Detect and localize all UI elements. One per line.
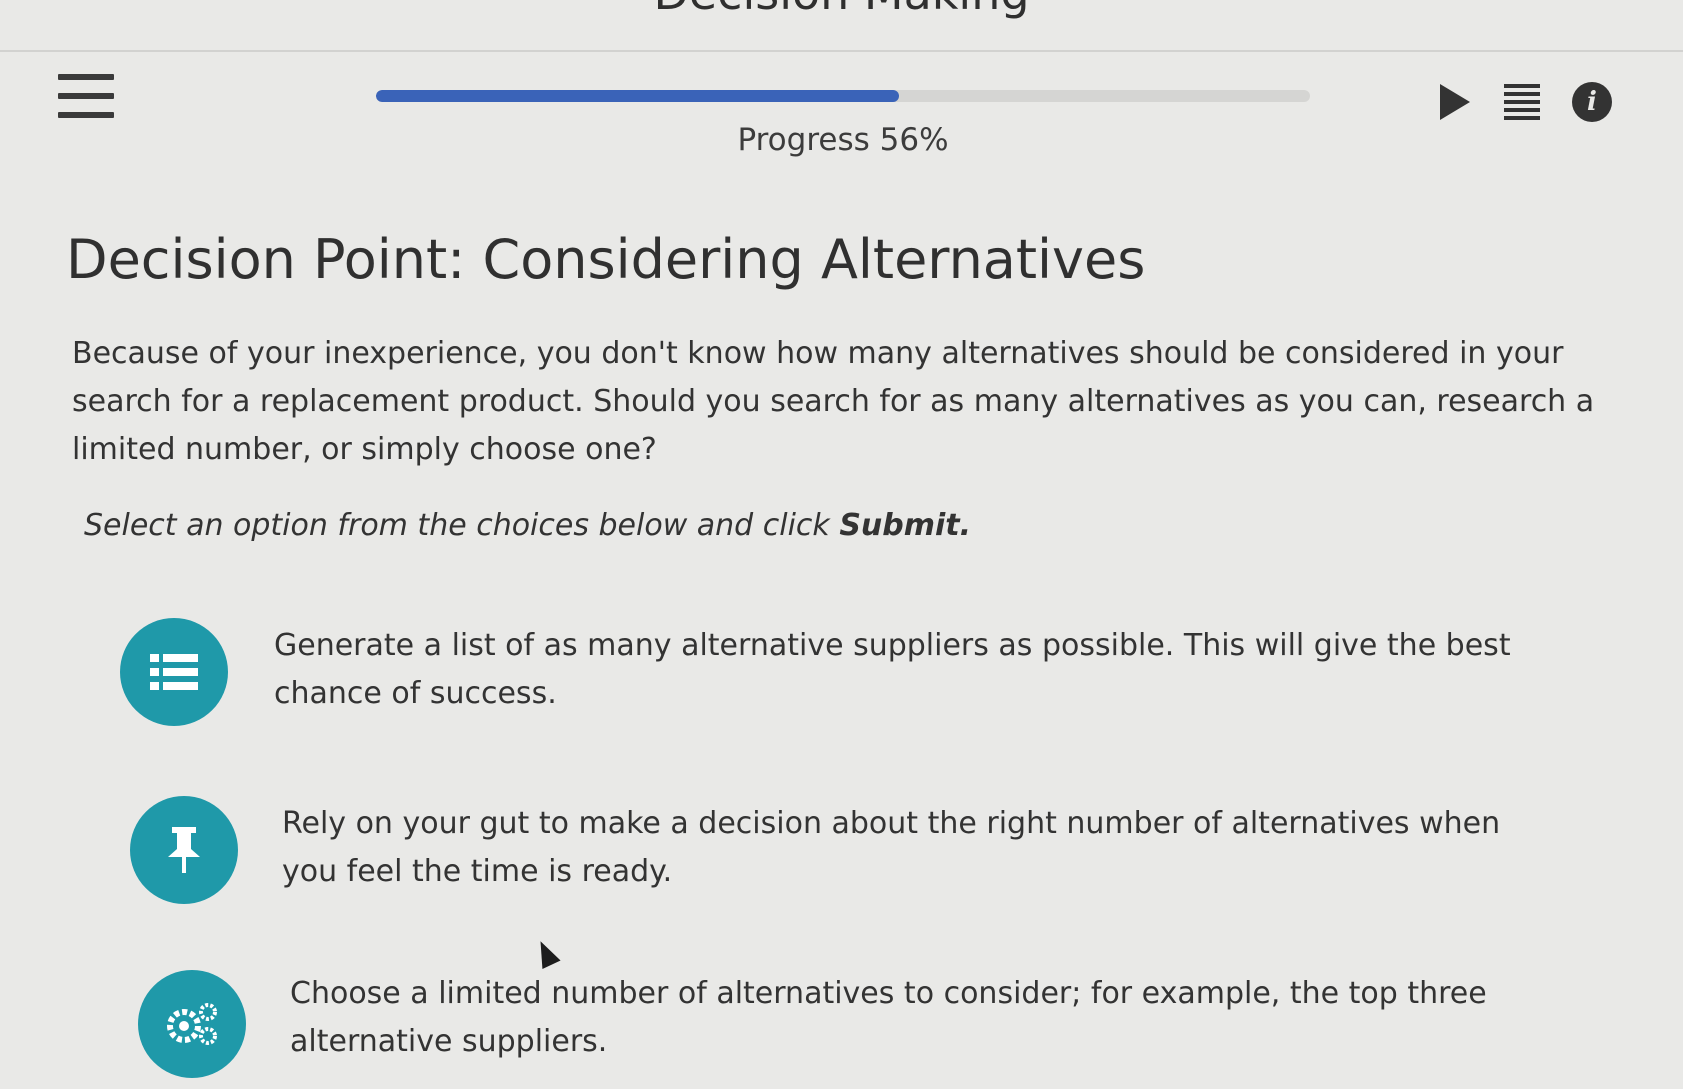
option-text-2[interactable]: Rely on your gut to make a decision abou… [282,800,1552,896]
hamburger-icon[interactable] [58,74,114,118]
list-icon [150,654,198,690]
instruction-prefix: Select an option from the choices below … [84,508,840,543]
play-icon[interactable] [1440,84,1470,120]
option-button-1[interactable] [120,618,228,726]
page: Decision Making Progress 56% i Decision … [0,0,1683,1089]
info-icon[interactable]: i [1572,82,1612,122]
list-lines-icon[interactable] [1504,84,1540,120]
option-text-3[interactable]: Choose a limited number of alternatives … [290,970,1540,1066]
mouse-cursor-icon [531,936,561,970]
instruction-text: Select an option from the choices below … [84,508,971,543]
gears-icon [167,1003,217,1045]
intro-paragraph: Because of your inexperience, you don't … [72,336,1595,467]
page-title: Decision Point: Considering Alternatives [66,228,1146,291]
progress-fill [376,90,900,102]
option-button-3[interactable] [138,970,246,1078]
pushpin-icon [168,827,200,873]
instruction-submit: Submit. [839,508,972,543]
course-title: Decision Making [0,0,1683,20]
option-text-1[interactable]: Generate a list of as many alternative s… [274,622,1544,718]
header-divider [0,50,1683,52]
option-button-2[interactable] [130,796,238,904]
progress-label: Progress 56% [737,122,949,158]
progress-bar [376,90,1310,102]
